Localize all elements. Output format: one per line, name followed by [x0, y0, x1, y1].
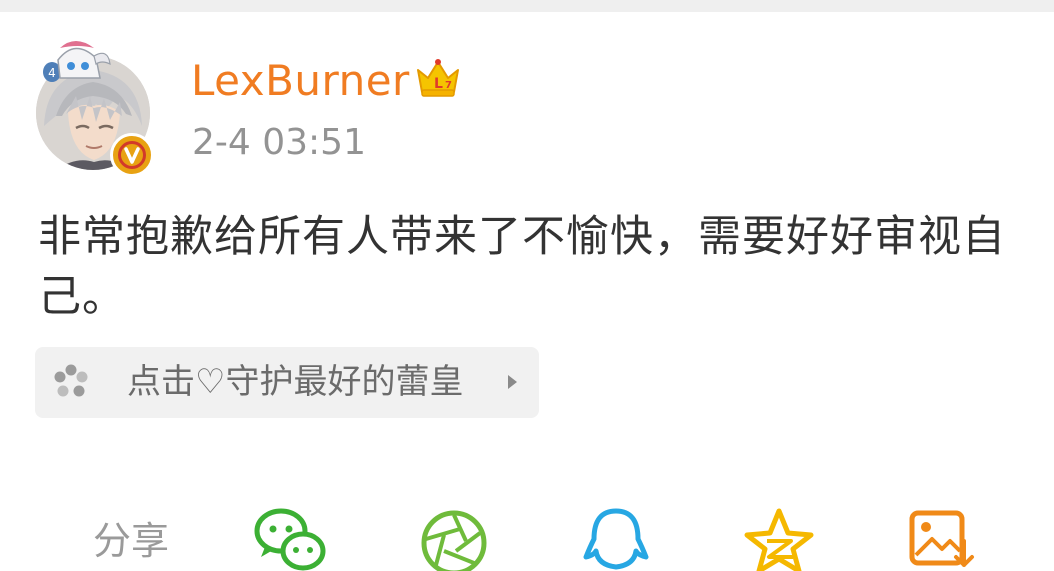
author-username[interactable]: LexBurner [191, 57, 410, 105]
avatar-pendant-decoration: 4 [43, 41, 111, 82]
svg-text:4: 4 [48, 66, 56, 80]
chevron-right-icon [508, 375, 517, 389]
qq-icon [583, 508, 649, 570]
share-qq-button[interactable] [576, 505, 656, 571]
svg-text:7: 7 [445, 80, 452, 91]
share-wechat-button[interactable] [251, 505, 331, 571]
post-body-text: 非常抱歉给所有人带来了不愉快，需要好好审视自己。 [38, 212, 1006, 322]
supertopic-flower-icon [54, 364, 88, 397]
share-qzone-button[interactable] [739, 505, 819, 571]
super-topic-tag[interactable]: 点击♡守护最好的蕾皇 [35, 347, 539, 418]
save-image-icon [909, 510, 974, 567]
svg-text:L: L [434, 76, 443, 92]
share-label: 分享 [93, 519, 170, 563]
share-moments-button[interactable] [414, 505, 494, 571]
qzone-star-icon [744, 508, 814, 571]
share-save-image-button[interactable] [902, 505, 982, 571]
post-timestamp: 2-4 03:51 [192, 122, 366, 163]
vip-crown-icon[interactable]: L 7 [414, 56, 462, 100]
wechat-icon [254, 508, 326, 571]
top-divider [0, 0, 1054, 12]
super-topic-label: 点击♡守护最好的蕾皇 [127, 362, 464, 402]
moments-icon [421, 510, 487, 571]
verified-badge-icon [110, 133, 154, 177]
